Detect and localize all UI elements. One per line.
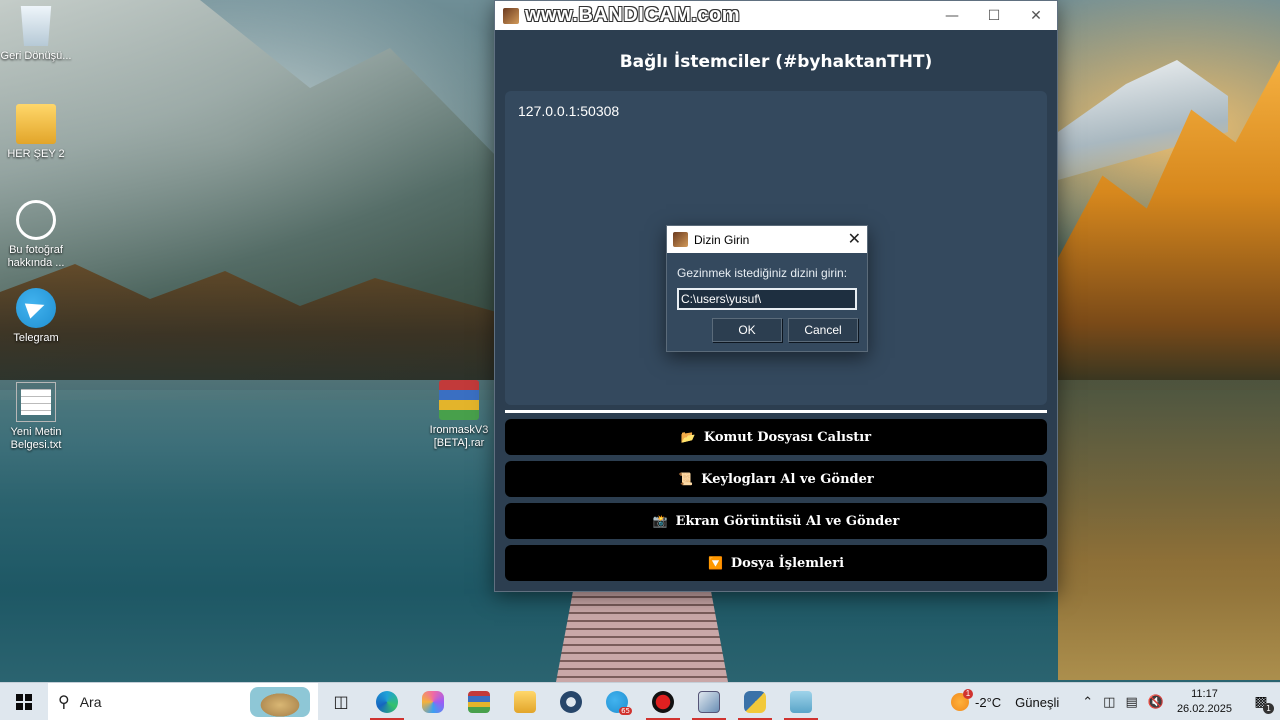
notification-count: 1 xyxy=(1263,703,1274,714)
ok-button[interactable]: OK xyxy=(712,318,782,342)
app-icon xyxy=(503,7,519,24)
app-icon xyxy=(673,232,688,247)
gear-icon xyxy=(560,690,582,713)
file-explorer-icon xyxy=(514,690,536,713)
app-titlebar[interactable]: www.BANDICAM.com — ☐ ✕ xyxy=(495,1,1057,30)
taskbar-settings-app[interactable] xyxy=(548,683,594,720)
volume-muted-icon[interactable]: 🔇 xyxy=(1148,695,1164,710)
task-view-icon: ◫ xyxy=(333,692,349,711)
taskbar-telegram[interactable]: 65 xyxy=(594,683,640,720)
dialog-title: Dizin Girin xyxy=(694,232,750,247)
python-icon xyxy=(744,690,766,713)
notepad-icon xyxy=(790,690,812,713)
file-operations-button[interactable]: 🔽 Dosya İşlemleri xyxy=(505,545,1047,581)
arrow-down-icon: 🔽 xyxy=(707,556,723,570)
scroll-icon: 📜 xyxy=(678,472,694,486)
camera-icon: 📸 xyxy=(652,514,668,528)
minimize-icon[interactable]: — xyxy=(931,1,973,30)
button-label: Keylogları Al ve Gönder xyxy=(701,471,874,487)
notification-badge: 65 xyxy=(619,706,632,715)
desktop-icon-folder[interactable]: HER ŞEY 2 xyxy=(0,104,72,161)
taskbar-edge[interactable] xyxy=(364,683,410,720)
task-view-button[interactable]: ◫ xyxy=(318,683,364,720)
weather-widget[interactable]: 1 -2°C Güneşli xyxy=(951,689,1060,711)
sun-icon: 1 xyxy=(951,689,974,711)
weather-temperature: -2°C xyxy=(975,694,1002,710)
winrar-archive-icon xyxy=(439,380,479,420)
taskbar-notepad[interactable] xyxy=(778,683,824,720)
search-icon: ⚲ xyxy=(58,692,70,711)
taskbar-app-manager[interactable] xyxy=(686,683,732,720)
desktop-icon-photo-info[interactable]: Bu fotoğraf hakkında ... xyxy=(0,200,72,270)
notifications-button[interactable]: ▩ 1 xyxy=(1246,694,1276,714)
run-script-button[interactable]: 📂 Komut Dosyası Calıstır xyxy=(505,419,1047,455)
bandicam-watermark: www.BANDICAM.com xyxy=(525,4,741,26)
system-tray: 1 -2°C Güneşli ⌃ ◫ ▤ 🔇 11:17 26.02.2025 … xyxy=(951,683,1280,720)
search-highlight-icon xyxy=(250,686,310,717)
taskbar: ⚲ Ara ◫ 65 1 -2°C Güneşli ⌃ ◫ ▤ 🔇 11:17 … xyxy=(0,682,1280,720)
desktop-icon-label: HER ŞEY 2 xyxy=(7,148,65,160)
search-placeholder: Ara xyxy=(79,693,102,710)
folder-open-icon: 📂 xyxy=(680,430,696,444)
chevron-up-icon[interactable]: ⌃ xyxy=(1082,695,1093,710)
button-label: Ekran Görüntüsü Al ve Gönder xyxy=(675,513,900,529)
weather-badge: 1 xyxy=(963,689,974,699)
window-controls: — ☐ ✕ xyxy=(931,1,1057,30)
desktop-icon-label: IronmaskV3 [BETA].rar xyxy=(429,424,489,449)
taskbar-file-explorer[interactable] xyxy=(502,683,548,720)
desktop-icon-label: Geri Dönüşü... xyxy=(0,50,72,62)
start-button[interactable] xyxy=(0,683,48,720)
meet-now-icon[interactable]: ◫ xyxy=(1103,695,1115,710)
taskbar-python[interactable] xyxy=(732,683,778,720)
clock-time: 11:17 xyxy=(1191,688,1218,700)
desktop-icon-label: Bu fotoğraf hakkında ... xyxy=(7,244,65,269)
windows-icon xyxy=(16,693,32,710)
keylogs-button[interactable]: 📜 Keylogları Al ve Gönder xyxy=(505,461,1047,497)
desktop-icon-text-file[interactable]: Yeni Metin Belgesi.txt xyxy=(0,382,72,452)
close-icon[interactable]: ✕ xyxy=(1015,1,1057,30)
edge-icon xyxy=(376,690,398,713)
background-dock xyxy=(556,590,728,682)
directory-dialog: Dizin Girin ✕ Gezinmek istediğiniz dizin… xyxy=(666,225,868,352)
clock-date: 26.02.2025 xyxy=(1176,703,1232,715)
desktop-icon-label: Yeni Metin Belgesi.txt xyxy=(10,426,62,451)
cancel-button[interactable]: Cancel xyxy=(788,318,858,342)
button-label: Dosya İşlemleri xyxy=(730,555,845,571)
taskbar-winrar[interactable] xyxy=(456,683,502,720)
copilot-icon xyxy=(422,690,444,713)
dialog-titlebar[interactable]: Dizin Girin ✕ xyxy=(667,226,867,253)
recycle-bin-icon xyxy=(20,6,52,46)
desktop-icon-rar-archive[interactable]: IronmaskV3 [BETA].rar xyxy=(423,380,495,450)
folder-icon xyxy=(16,104,56,144)
maximize-icon[interactable]: ☐ xyxy=(973,1,1015,30)
dialog-prompt: Gezinmek istediğiniz dizini girin: xyxy=(677,266,848,280)
taskbar-copilot[interactable] xyxy=(410,683,456,720)
divider xyxy=(505,410,1047,413)
page-title: Bağlı İstemciler (#byhaktanTHT) xyxy=(619,52,933,72)
desktop-icon-recycle-bin[interactable]: Geri Dönüşü... xyxy=(0,6,72,63)
directory-input[interactable] xyxy=(677,288,857,310)
telegram-icon xyxy=(16,288,56,328)
weather-description: Güneşli xyxy=(1015,694,1060,710)
screenshot-button[interactable]: 📸 Ekran Görüntüsü Al ve Gönder xyxy=(505,503,1047,539)
taskbar-bandicam[interactable] xyxy=(640,683,686,720)
desktop-icon-label: Telegram xyxy=(13,332,59,344)
search-input[interactable]: ⚲ Ara xyxy=(48,682,318,720)
background-reflection xyxy=(1058,380,1280,680)
info-icon xyxy=(16,200,56,240)
button-label: Komut Dosyası Calıstır xyxy=(703,429,872,445)
close-icon[interactable]: ✕ xyxy=(848,229,861,248)
desktop-icon-telegram[interactable]: Telegram xyxy=(0,288,72,345)
winrar-icon xyxy=(468,690,490,713)
text-file-icon xyxy=(16,382,56,422)
clock[interactable]: 11:17 26.02.2025 xyxy=(1177,687,1232,717)
app-manager-icon xyxy=(698,690,720,713)
record-icon xyxy=(652,690,674,713)
list-item[interactable]: 127.0.0.1:50308 xyxy=(518,103,1034,119)
network-icon[interactable]: ▤ xyxy=(1125,695,1137,710)
